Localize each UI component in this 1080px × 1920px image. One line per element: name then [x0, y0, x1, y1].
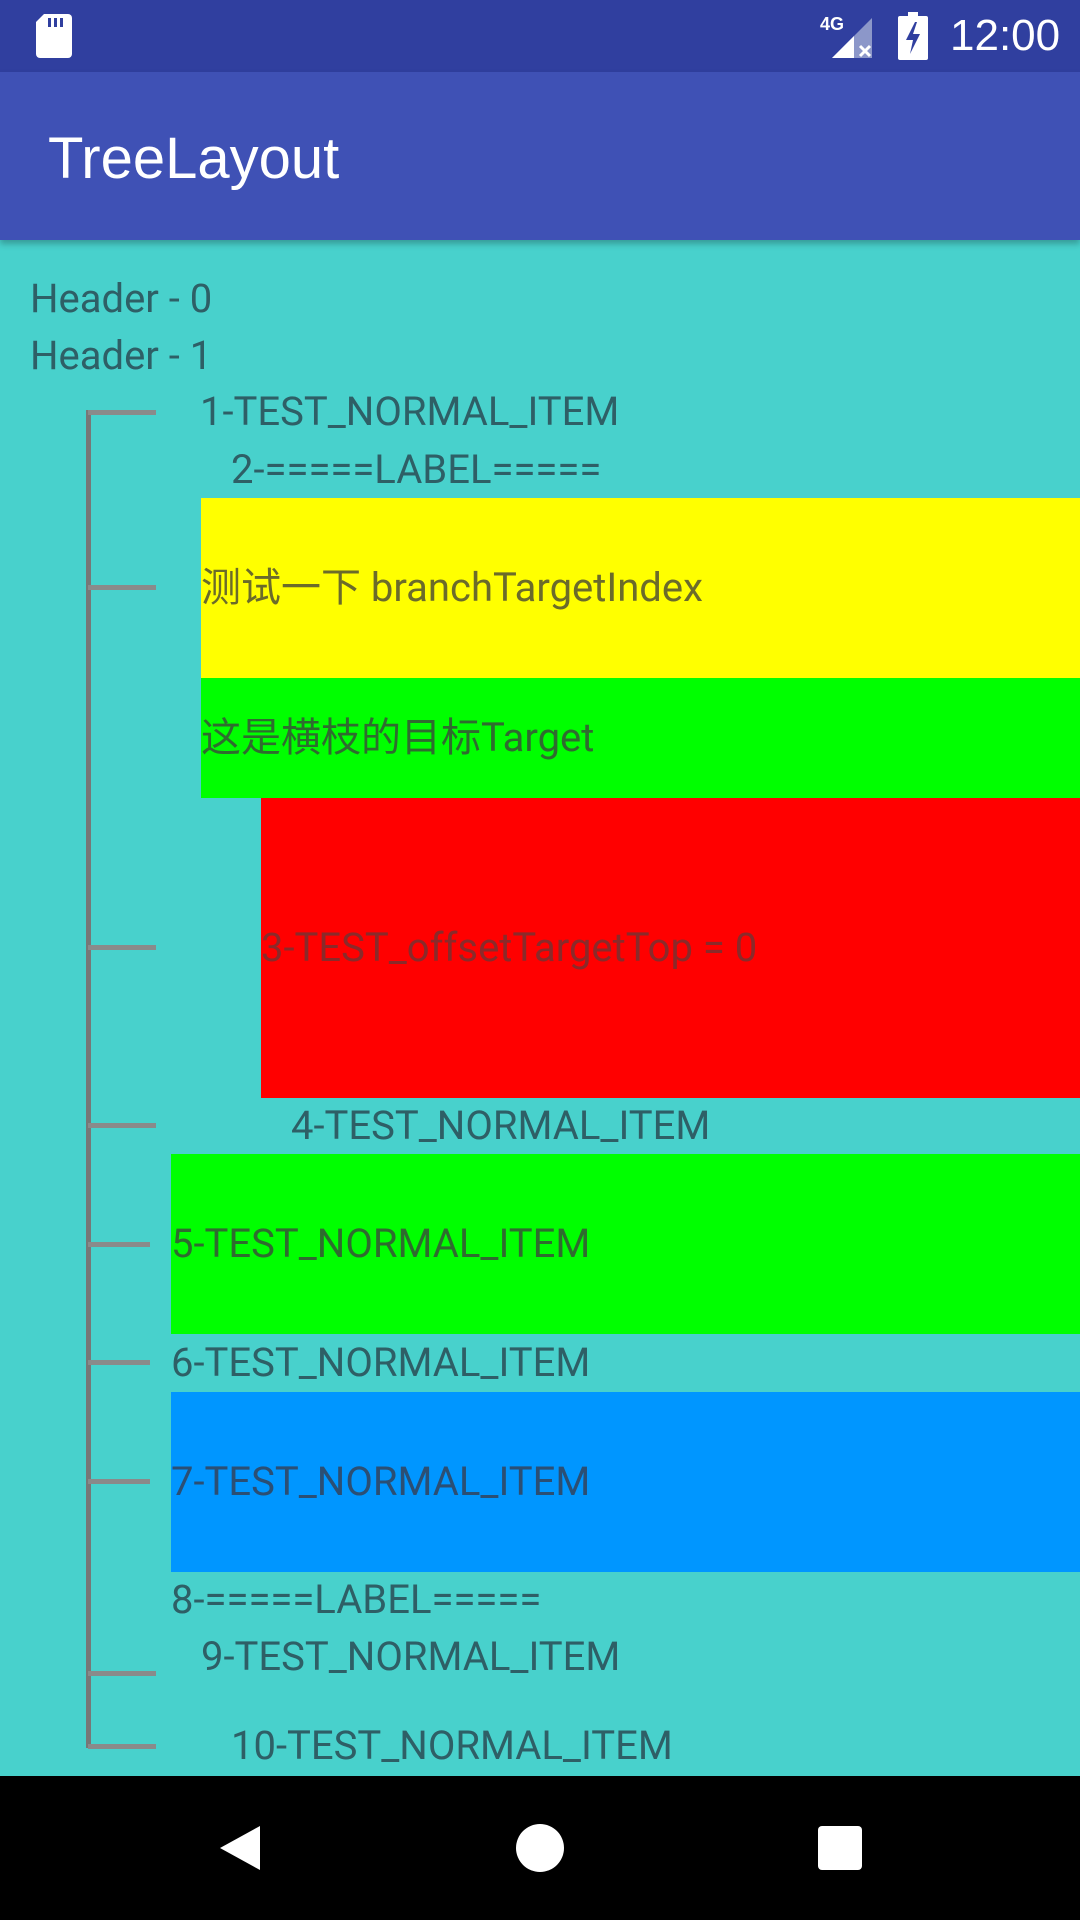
branch-target-text: 这是横枝的目标Target: [201, 714, 595, 761]
tree-branch-line: [88, 585, 156, 590]
tree-item-4[interactable]: 4-TEST_NORMAL_ITEM: [291, 1102, 710, 1150]
network-type-label: 4G: [820, 14, 844, 34]
tree-item-7-text: 7-TEST_NORMAL_ITEM: [171, 1458, 591, 1505]
tree-item-1[interactable]: 1-TEST_NORMAL_ITEM: [200, 388, 619, 436]
tree-item-2-label[interactable]: 2-=====LABEL=====: [231, 446, 601, 494]
tree-item-5-block[interactable]: 5-TEST_NORMAL_ITEM: [171, 1154, 1080, 1334]
tree-branch-line: [88, 1123, 156, 1128]
tree-branch-line: [88, 1671, 156, 1676]
tree-branch-line: [88, 1479, 150, 1484]
tree-trunk-line: [86, 410, 91, 1748]
tree-item-3-block[interactable]: 3-TEST_offsetTargetTop = 0: [261, 798, 1080, 1098]
back-triangle-icon[interactable]: [214, 1822, 266, 1874]
battery-charging-icon: [898, 12, 928, 60]
tree-item-3-text: 3-TEST_offsetTargetTop = 0: [261, 924, 758, 971]
tree-item-7-block[interactable]: 7-TEST_NORMAL_ITEM: [171, 1392, 1080, 1572]
tree-item-5-text: 5-TEST_NORMAL_ITEM: [171, 1220, 591, 1267]
recents-square-icon[interactable]: [818, 1826, 862, 1870]
tree-branch-line: [88, 410, 156, 415]
tree-item-10[interactable]: 10-TEST_NORMAL_ITEM: [231, 1722, 673, 1770]
tree-content[interactable]: Header - 0 Header - 1 1-TEST_NORMAL_ITEM…: [0, 240, 1080, 1776]
branch-target-block[interactable]: 这是横枝的目标Target: [201, 678, 1080, 798]
tree-branch-line: [88, 945, 156, 950]
tree-branch-line: [88, 1360, 150, 1365]
tree-item-6[interactable]: 6-TEST_NORMAL_ITEM: [171, 1339, 590, 1387]
cell-signal-icon: 4G: [820, 14, 872, 58]
branch-target-index-block[interactable]: 测试一下 branchTargetIndex: [201, 498, 1080, 678]
tree-item-8-label[interactable]: 8-=====LABEL=====: [171, 1576, 541, 1624]
sd-card-icon: [36, 14, 72, 58]
tree-branch-line: [88, 1744, 156, 1749]
status-clock: 12:00: [950, 11, 1061, 60]
status-bar: 4G 12:00: [0, 0, 1080, 72]
tree-item-9[interactable]: 9-TEST_NORMAL_ITEM: [201, 1633, 620, 1681]
app-title: TreeLayout: [48, 126, 340, 191]
header-1[interactable]: Header - 1: [30, 332, 212, 380]
app-bar: TreeLayout: [0, 72, 1080, 240]
header-0[interactable]: Header - 0: [30, 275, 212, 323]
tree-branch-line: [88, 1242, 150, 1247]
home-circle-icon[interactable]: [516, 1824, 564, 1872]
branch-target-index-text: 测试一下 branchTargetIndex: [201, 564, 703, 611]
